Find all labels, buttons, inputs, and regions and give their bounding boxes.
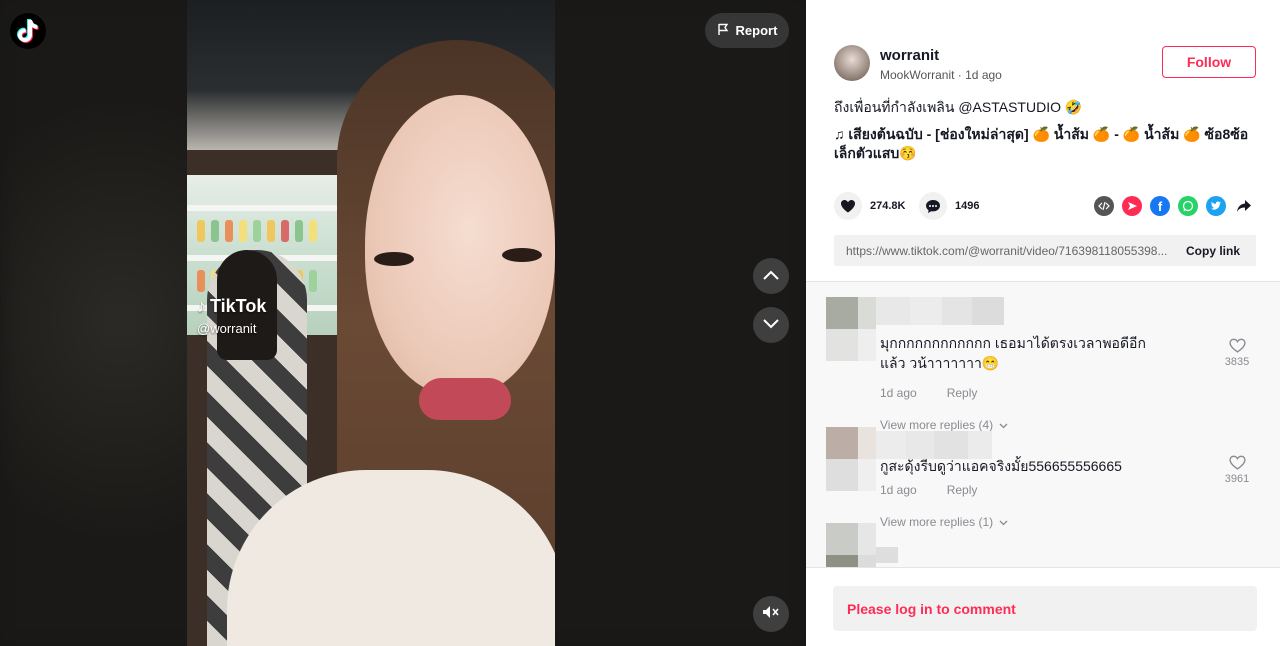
heart-outline-icon[interactable] [1228, 338, 1246, 356]
comment-login-bar: Please log in to comment [806, 567, 1280, 646]
report-button[interactable]: Report [705, 13, 789, 48]
copy-link-button[interactable]: Copy link [1186, 244, 1240, 258]
login-to-comment-button[interactable]: Please log in to comment [833, 586, 1257, 631]
comment-meta: 1d ago Reply [880, 386, 977, 400]
facebook-icon[interactable]: f [1150, 196, 1170, 216]
comment-username-redacted[interactable] [876, 431, 992, 459]
view-more-replies[interactable]: View more replies (1) [880, 515, 1008, 529]
comment-text: มุกกกกกกกกกกกก เธอมาได้ตรงเวลาพอดีอีกแล้… [880, 335, 1146, 371]
comment-like[interactable]: 3835 [1222, 338, 1252, 368]
watermark-username: @worranit [197, 321, 257, 336]
author-username[interactable]: worranit [880, 47, 939, 64]
tiktok-note-icon: ♪ [197, 296, 206, 316]
music-info[interactable]: ♫ เสียงต้นฉบับ - [ช่องใหม่ล่าสุด] 🍊 น้ำส… [834, 125, 1258, 163]
video-subject-face [365, 95, 555, 395]
comment-meta: 1d ago Reply [880, 483, 977, 497]
comment-avatar-redacted[interactable] [826, 523, 876, 567]
comment-like-count: 3961 [1224, 473, 1250, 485]
mute-button[interactable] [753, 596, 789, 632]
comment-time: 1d ago [880, 483, 917, 497]
speaker-muted-icon [762, 605, 780, 624]
chevron-down-icon [999, 515, 1008, 529]
comment-like[interactable]: 3961 [1222, 455, 1252, 485]
video-link-url[interactable]: https://www.tiktok.com/@worranit/video/7… [834, 244, 1174, 258]
reply-button[interactable]: Reply [947, 483, 978, 497]
comment-bubble-icon[interactable] [919, 192, 947, 220]
details-panel: worranit MookWorranit · 1d ago Follow ถึ… [806, 0, 1280, 646]
tiktok-watermark: ♪ TikTok @worranit [197, 296, 266, 336]
next-video-button[interactable] [753, 307, 789, 343]
watermark-brand: TikTok [210, 296, 267, 316]
share-arrow-icon[interactable] [1234, 196, 1254, 216]
comment-stat[interactable]: 1496 [919, 192, 979, 220]
comment-text: กูสะดุ้งรีบดูว่าแอคจริงมั้ย556655556665 [880, 458, 1122, 474]
heart-icon[interactable] [834, 192, 862, 220]
comment-avatar-redacted[interactable] [826, 297, 876, 361]
send-icon[interactable] [1122, 196, 1142, 216]
comment-count: 1496 [955, 200, 980, 212]
like-stat[interactable]: 274.8K [834, 192, 905, 220]
video-pane: ♪ TikTok @worranit Report [0, 0, 806, 646]
report-label: Report [735, 23, 778, 38]
comment-username-redacted[interactable] [876, 297, 1004, 325]
music-title[interactable]: เสียงต้นฉบับ - [ช่องใหม่ล่าสุด] 🍊 น้ำส้ม… [834, 126, 1248, 161]
chevron-up-icon [763, 267, 779, 285]
music-note-icon: ♫ [834, 126, 849, 142]
reply-button[interactable]: Reply [947, 386, 978, 400]
view-more-replies[interactable]: View more replies (4) [880, 418, 1008, 432]
post-caption: ถึงเพื่อนที่กำลังเพลิน @ASTASTUDIO 🤣 [834, 99, 1083, 115]
chevron-down-icon [763, 316, 779, 334]
comment-time: 1d ago [880, 386, 917, 400]
embed-icon[interactable] [1094, 196, 1114, 216]
author-subtitle: MookWorranit · 1d ago [880, 68, 1002, 82]
author-avatar[interactable] [834, 45, 870, 81]
comment-avatar-redacted[interactable] [826, 427, 876, 491]
chevron-down-icon [999, 418, 1008, 432]
comments-list[interactable]: มุกกกกกกกกกกกก เธอมาได้ตรงเวลาพอดีอีกแล้… [806, 281, 1280, 567]
follow-button[interactable]: Follow [1162, 46, 1256, 78]
whatsapp-icon[interactable] [1178, 196, 1198, 216]
tiktok-logo-icon[interactable] [10, 13, 46, 49]
comment-like-count: 3835 [1224, 356, 1250, 368]
twitter-icon[interactable] [1206, 196, 1226, 216]
heart-outline-icon[interactable] [1228, 455, 1246, 473]
comment-username-redacted[interactable] [876, 547, 898, 563]
like-count: 274.8K [870, 200, 906, 212]
flag-icon [717, 23, 730, 39]
share-icons: f [1094, 196, 1254, 216]
video-link-box: https://www.tiktok.com/@worranit/video/7… [834, 235, 1256, 266]
previous-video-button[interactable] [753, 258, 789, 294]
